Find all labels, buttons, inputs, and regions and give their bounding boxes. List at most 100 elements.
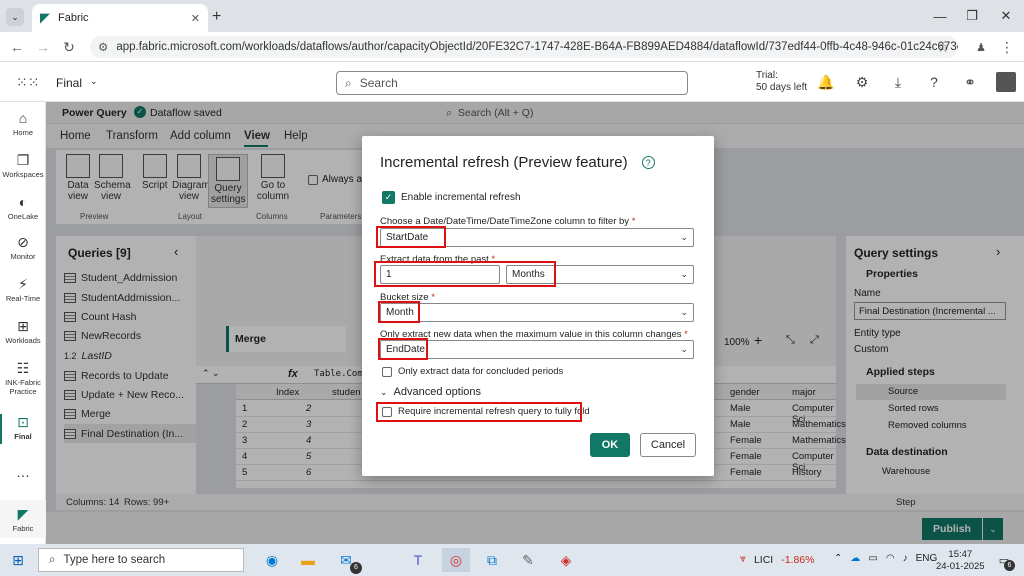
required-mark: * — [431, 292, 435, 303]
nav-final-label: Final — [14, 432, 32, 441]
search-placeholder: Search — [359, 76, 398, 90]
settings-gear-icon[interactable]: ⚙ — [852, 72, 872, 92]
site-info-icon[interactable]: ⚙ — [98, 40, 108, 54]
help-icon[interactable]: ? — [924, 72, 944, 92]
restore-button[interactable]: ❐ — [962, 6, 982, 26]
nav-workloads[interactable]: ⊞ Workloads — [0, 318, 46, 345]
dialog-title-text: Incremental refresh (Preview feature) — [380, 154, 628, 171]
close-tab-icon[interactable]: ✕ — [191, 12, 200, 25]
enable-label: Enable incremental refresh — [401, 192, 521, 203]
notification-count: 6 — [1004, 560, 1015, 571]
workspaces-icon: ❐ — [16, 152, 30, 168]
chevron-down-icon: ⌄ — [680, 269, 688, 279]
more-icon: … — [16, 464, 30, 480]
notifications-bell-icon[interactable]: 🔔 — [816, 72, 836, 92]
chevron-down-icon: ⌄ — [680, 232, 688, 242]
global-search-input[interactable]: ⌕ Search — [336, 71, 688, 95]
nav-workspace-ink-label: INK-Fabric Practice — [5, 378, 41, 396]
nav-realtime-label: Real-Time — [5, 294, 41, 303]
required-mark: * — [631, 216, 636, 227]
forward-icon[interactable]: → — [34, 38, 52, 56]
mail-badge-count: 6 — [354, 564, 358, 571]
taskbar-search-input[interactable]: ⌕ Type here to search — [38, 548, 244, 572]
clock[interactable]: 15:47 24-01-2025 — [936, 549, 985, 573]
download-icon[interactable]: ⤓ — [888, 72, 908, 92]
nav-onelake[interactable]: ◐ OneLake — [0, 194, 46, 221]
info-icon[interactable]: ? — [641, 156, 655, 169]
taskbar-search-placeholder: Type here to search — [63, 554, 166, 566]
checkbox-box — [382, 366, 392, 377]
trial-status[interactable]: Trial: 50 days left — [756, 70, 807, 94]
fabric-logo-icon: ◤ — [40, 10, 50, 25]
user-avatar[interactable] — [996, 72, 1016, 92]
chrome-icon[interactable]: ◎ — [442, 548, 470, 572]
paint-icon[interactable]: ✎ — [514, 548, 542, 572]
vscode-icon[interactable]: ⧉ — [478, 548, 506, 572]
chevron-down-icon: ⌄ — [680, 307, 688, 317]
nav-realtime[interactable]: ⚡ Real-Time — [0, 276, 46, 303]
stock-widget[interactable]: ⩔ LICI -1.86% — [740, 553, 814, 566]
clock-time: 15:47 — [948, 549, 973, 560]
windows-taskbar: ⊞ ⌕ Type here to search ◉ ▬ ✉ 6 T ◎ ⧉ ✎ … — [0, 544, 1024, 576]
widgets-icon[interactable]: ◉ — [258, 548, 286, 572]
mail-badge: 6 — [350, 562, 362, 574]
highlight-box — [378, 338, 428, 360]
browser-tab-bar: ⌄ ◤ Fabric ✕ + — ❐ ✕ — [0, 0, 1024, 32]
app-icon[interactable]: ◈ — [552, 548, 580, 572]
new-tab-button[interactable]: + — [212, 8, 221, 26]
nav-final[interactable]: ⊡ Final — [0, 414, 46, 441]
dataflow-icon: ⊡ — [17, 414, 29, 430]
stock-name: LICI — [753, 553, 774, 566]
monitor-icon: ⊘ — [17, 234, 29, 250]
nav-home[interactable]: ⌂ Home — [0, 110, 46, 137]
nav-fabric[interactable]: ◤ Fabric — [0, 500, 46, 538]
nav-workspaces[interactable]: ❐ Workspaces — [0, 152, 46, 179]
fabric-icon: ◤ — [17, 506, 29, 522]
nav-workspace-ink[interactable]: ☷ INK-Fabric Practice — [0, 360, 46, 396]
nav-onelake-label: OneLake — [7, 212, 39, 221]
teams-icon[interactable]: T — [404, 548, 432, 572]
browser-tab[interactable]: ◤ Fabric ✕ — [32, 4, 208, 32]
enable-incremental-checkbox[interactable]: ✓ Enable incremental refresh — [382, 191, 521, 204]
cancel-button[interactable]: Cancel — [640, 433, 696, 457]
incremental-refresh-dialog: Incremental refresh (Preview feature) ? … — [362, 136, 714, 476]
highlight-box — [376, 402, 582, 422]
windows-start-icon[interactable]: ⊞ — [4, 548, 32, 572]
minimize-button[interactable]: — — [930, 6, 950, 26]
search-icon: ⌕ — [49, 553, 56, 566]
highlight-box — [378, 301, 420, 323]
clock-date: 24-01-2025 — [936, 561, 985, 572]
language-indicator: ENG — [915, 553, 938, 564]
tab-list-dropdown[interactable]: ⌄ — [6, 8, 24, 26]
url-text: app.fabric.microsoft.com/workloads/dataf… — [116, 41, 958, 53]
profile-icon[interactable]: ♟ — [972, 38, 990, 56]
advanced-options-toggle[interactable]: ⌄ Advanced options — [380, 386, 481, 398]
nav-workspaces-label: Workspaces — [2, 170, 44, 179]
file-explorer-icon[interactable]: ▬ — [294, 548, 322, 572]
app-launcher-icon[interactable]: ⁙⁙ — [16, 74, 39, 91]
search-icon: ⌕ — [345, 75, 352, 90]
required-mark: * — [684, 329, 688, 340]
nav-monitor[interactable]: ⊘ Monitor — [0, 234, 46, 261]
advanced-label: Advanced options — [393, 386, 481, 398]
share-icon[interactable]: ⚭ — [960, 72, 980, 92]
network-icon: ▭ — [868, 553, 878, 564]
workspace-switcher[interactable]: Final ⌄ — [56, 76, 98, 90]
menu-icon[interactable]: ⋮ — [998, 38, 1016, 56]
close-window-button[interactable]: ✕ — [996, 6, 1016, 26]
bucket-size-dropdown[interactable]: Month ⌄ — [380, 303, 694, 322]
back-icon[interactable]: ← — [8, 38, 26, 56]
workspace-icon: ☷ — [16, 360, 30, 376]
nav-home-label: Home — [12, 128, 33, 137]
trial-label: Trial: — [756, 70, 778, 81]
url-bar[interactable]: ⚙ app.fabric.microsoft.com/workloads/dat… — [90, 36, 958, 58]
reload-icon[interactable]: ↻ — [60, 38, 78, 56]
left-navigation: ⌂ Home ❐ Workspaces ◐ OneLake ⊘ Monitor ⚡ Rea… — [0, 102, 46, 544]
ok-button[interactable]: OK — [590, 433, 630, 457]
tab-title: Fabric — [58, 12, 89, 24]
concluded-periods-checkbox[interactable]: Only extract data for concluded periods — [382, 366, 563, 377]
system-tray[interactable]: ⌃ ☁ ▭ ◠ ♪ ENG — [834, 553, 937, 564]
bookmark-star-icon[interactable]: ☆ — [934, 38, 952, 56]
nav-more[interactable]: … — [0, 464, 46, 482]
wifi-icon: ◠ — [885, 553, 895, 564]
